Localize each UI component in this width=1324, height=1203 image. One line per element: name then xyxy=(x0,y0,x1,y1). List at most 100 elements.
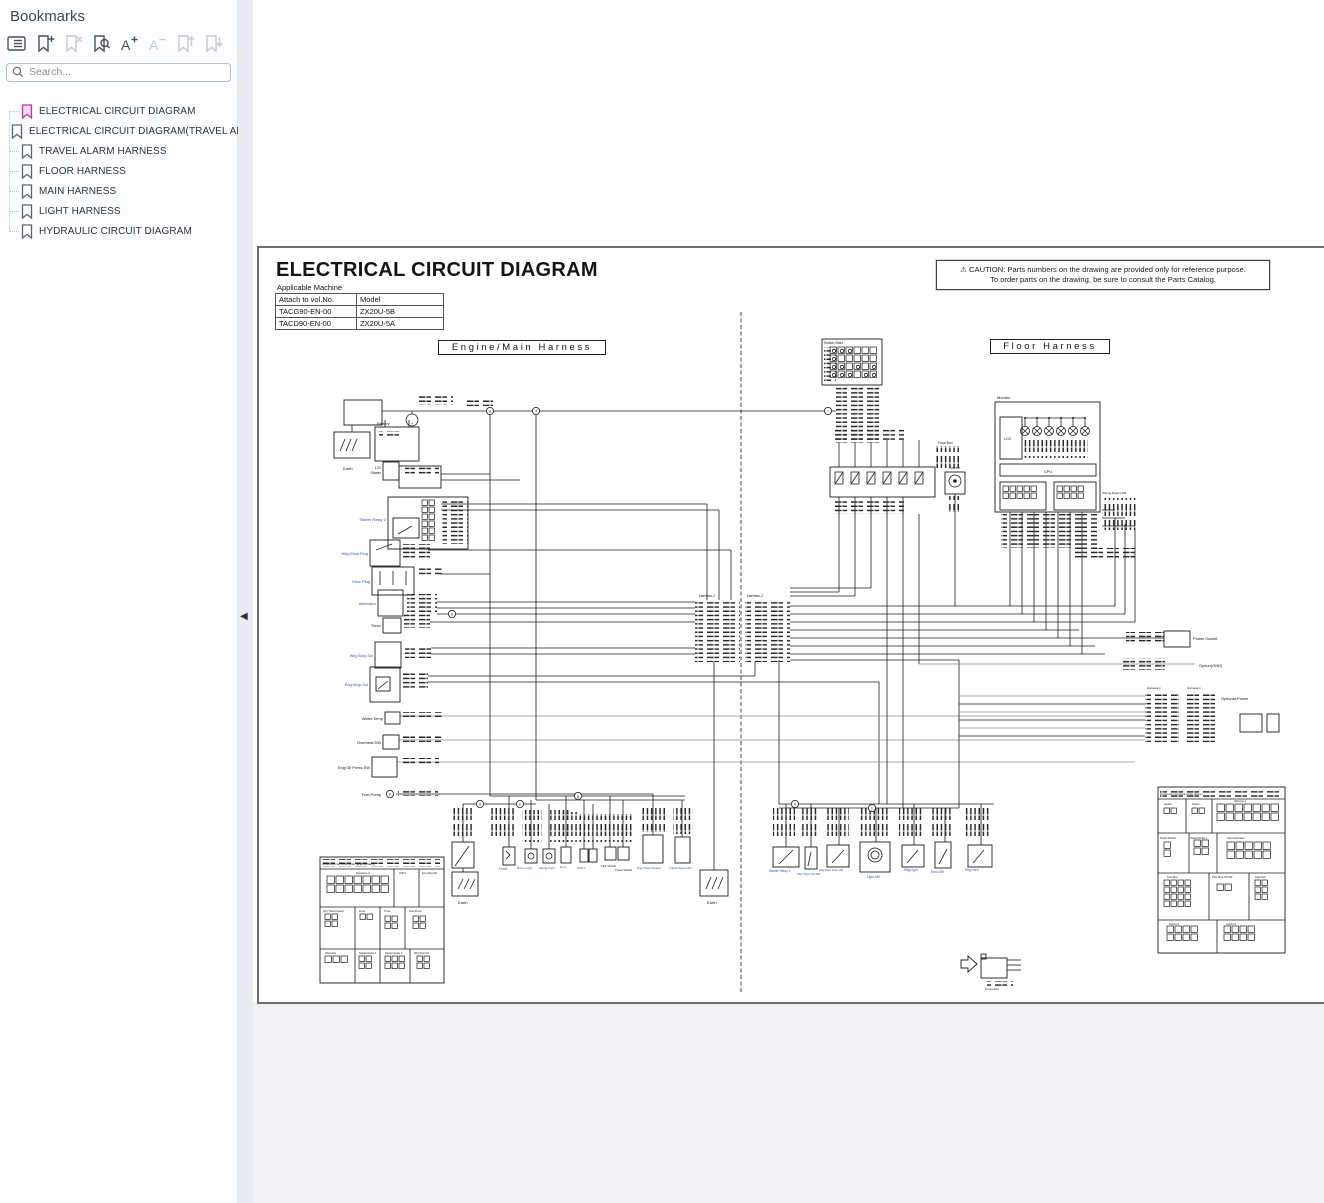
connector-pin xyxy=(372,885,379,892)
diagram-label: Harness-1 xyxy=(1147,686,1161,690)
diagram-label: Option-3 xyxy=(1226,922,1237,926)
connector-pin xyxy=(1232,926,1238,932)
add-bookmark-icon[interactable] xyxy=(32,33,57,55)
bookmark-item-4[interactable]: MAIN HARNESS xyxy=(0,182,237,202)
earth-symbol xyxy=(470,879,475,889)
connector-pin xyxy=(345,876,352,883)
diagram-label: Horn xyxy=(560,865,567,869)
earth-symbol xyxy=(464,879,469,889)
bookmark-item-3[interactable]: FLOOR HARNESS xyxy=(0,162,237,182)
wire-label-cluster xyxy=(899,806,923,840)
component-box xyxy=(981,958,1007,978)
diagram-label: Alternator xyxy=(325,951,336,955)
connector-pin xyxy=(341,956,347,962)
wire-label-cluster xyxy=(1126,632,1164,644)
connector-pin xyxy=(1017,486,1022,491)
connector-pin xyxy=(417,956,422,961)
increase-text-size-icon[interactable]: A xyxy=(116,33,141,55)
connector-pin xyxy=(1271,813,1278,820)
diagram-label: Harness-1 xyxy=(1187,686,1201,690)
wire xyxy=(973,850,984,863)
connector-pin xyxy=(1057,493,1062,498)
connector-pin xyxy=(1178,894,1183,899)
connector-pin xyxy=(1167,934,1173,940)
diagram-label: Fuel,Pump xyxy=(409,909,422,913)
diagram-label: Option-2 xyxy=(1169,922,1180,926)
search-input[interactable] xyxy=(6,63,231,82)
wire-label-cluster xyxy=(965,806,989,840)
connector-pin xyxy=(429,535,434,540)
component-box xyxy=(372,757,397,777)
diagram-label: Glow Plug xyxy=(352,579,370,584)
bookmark-label: ELECTRICAL CIRCUIT DIAGRAM xyxy=(39,106,196,117)
bookmark-tree: ELECTRICAL CIRCUIT DIAGRAM ELECTRICAL CIR… xyxy=(0,102,237,242)
bookmark-search xyxy=(6,62,231,82)
diagram-label: Eng;Stop,Sol xyxy=(345,682,368,687)
diagram-label: + xyxy=(411,421,414,426)
wire-label-cluster xyxy=(641,804,665,832)
wire-label-cluster xyxy=(745,600,790,662)
diagram-label: Front xyxy=(359,909,365,913)
connector-pin xyxy=(1191,926,1197,932)
component-box xyxy=(543,849,555,863)
wire-label-cluster xyxy=(442,500,468,544)
wire xyxy=(779,850,793,864)
connector-pin xyxy=(1262,894,1267,899)
bookmark-item-1[interactable]: ELECTRICAL CIRCUIT DIAGRAM(TRAVEL ALARM) xyxy=(0,122,237,142)
wire-label-cluster xyxy=(399,758,439,764)
connector-pin xyxy=(1262,880,1267,885)
connector-pin xyxy=(1164,887,1169,892)
search-icon xyxy=(12,65,24,83)
connector-pin xyxy=(1255,880,1260,885)
bookmark-item-2[interactable]: TRAVEL ALARM HARNESS xyxy=(0,142,237,162)
connector-pin xyxy=(422,507,427,512)
connector-pin xyxy=(1171,894,1176,899)
connector-pin xyxy=(429,514,434,519)
wire-label-cluster xyxy=(987,981,1013,986)
component-box xyxy=(605,847,616,860)
diagram-label: Earth xyxy=(458,900,468,905)
connector-pin xyxy=(854,371,860,377)
diagram-label: Travel,Speed,SV xyxy=(669,866,692,870)
bookmark-item-6[interactable]: HYDRAULIC CIRCUIT DIAGRAM xyxy=(0,222,237,242)
connector-pin xyxy=(1064,486,1069,491)
connector-pin xyxy=(1183,934,1189,940)
wire xyxy=(506,851,510,855)
connector-pin xyxy=(333,956,339,962)
connector-pin xyxy=(332,921,337,926)
connector-pin xyxy=(336,885,343,892)
bookmark-item-5[interactable]: LIGHT HARNESS xyxy=(0,202,237,222)
diagram-label: Starter Relay 2 xyxy=(385,951,403,955)
wire-label-cluster xyxy=(419,396,453,405)
wire xyxy=(378,681,388,689)
diagram-label: Wtg;Light xyxy=(904,868,918,872)
bookmark-list-options-icon[interactable] xyxy=(4,33,29,55)
connector-pin xyxy=(854,347,860,353)
connector-pin xyxy=(1244,804,1251,811)
diagram-label: Wtg;Horn xyxy=(965,868,979,872)
connector-pin xyxy=(1245,842,1252,849)
circle-symbol xyxy=(546,853,552,859)
locate-bookmark-icon[interactable] xyxy=(88,33,113,55)
connector-pin xyxy=(870,355,876,361)
collapse-panel-button[interactable]: ◀ xyxy=(240,612,248,622)
connector-pin xyxy=(392,923,397,928)
connector-pin xyxy=(1227,842,1234,849)
connector-pin xyxy=(325,914,330,919)
circle-symbol xyxy=(848,373,851,376)
diagram-label: Overheat,SW xyxy=(357,740,381,745)
wire-label-cluster xyxy=(405,467,439,475)
connector-pin xyxy=(1024,486,1029,491)
panel-splitter[interactable]: ◀ xyxy=(238,0,253,1203)
component-box xyxy=(580,849,588,862)
connector-pin xyxy=(1263,842,1270,849)
connector-pin xyxy=(1178,887,1183,892)
component-box xyxy=(1164,631,1190,647)
diagram-label: Earth xyxy=(343,466,353,471)
connector-pin xyxy=(1262,804,1269,811)
tree-guide-line xyxy=(9,112,10,232)
connector-pin xyxy=(1217,813,1224,820)
bookmark-item-0[interactable]: ELECTRICAL CIRCUIT DIAGRAM xyxy=(0,102,237,122)
connector-pin xyxy=(1253,813,1260,820)
component-box xyxy=(830,467,935,497)
